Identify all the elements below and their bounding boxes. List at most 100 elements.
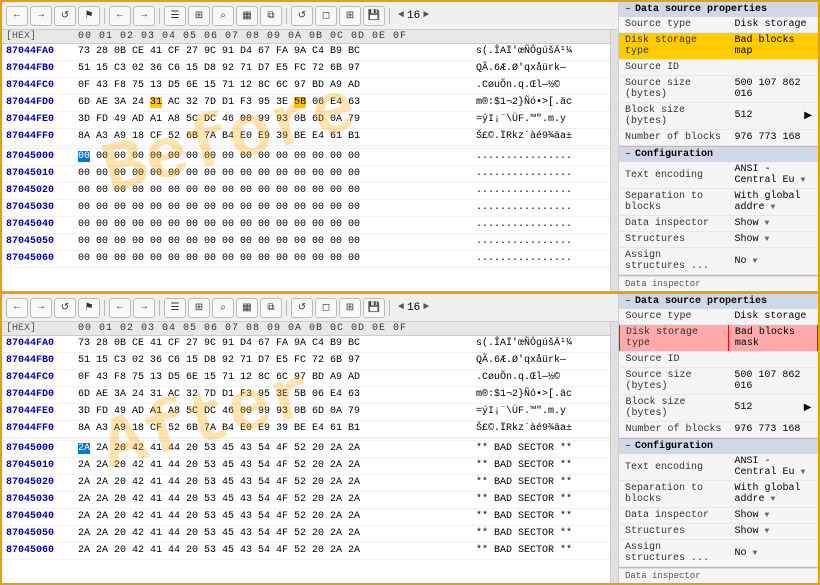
list-item: Disk storage type Bad blocks map [619,33,818,60]
table-button-bottom[interactable]: ▦ [236,298,258,318]
data-source-props-top: Data source properties Source type Disk … [619,2,818,147]
list-item[interactable]: Structures Show ▼ [619,232,818,248]
page-indicator-top: ◄ 16 ► [398,10,429,22]
hex-view-bottom[interactable]: [HEX] 00 01 02 03 04 05 06 07 08 09 0A 0… [2,322,610,583]
sep3-top [286,8,287,24]
search-button-bottom[interactable]: ⌕ [212,298,234,318]
refresh-button-top[interactable]: ↺ [54,6,76,26]
table-row[interactable]: 87044FB0 51 15 C3 02 36 C6 15 D8 92 71 D… [2,61,610,78]
bookmark-button-bottom[interactable]: ⚑ [78,298,100,318]
table-row[interactable]: 87044FE0 3D FD 49 AD A1 A8 5C DC 46 00 9… [2,404,610,421]
toolbar-bottom: ← → ↺ ⚑ ← → ☰ ⊞ ⌕ ▦ ⧉ ↺ ◻ ⊞ 💾 ◄ [2,294,618,322]
page-num-top: 16 [407,10,420,22]
list-item[interactable]: Text encoding ANSI - Central Eu ▼ [619,162,818,189]
page-next-bottom[interactable]: ► [423,302,429,313]
sep2-top [159,8,160,24]
forward-button-bottom[interactable]: → [30,298,52,318]
back-button-top[interactable]: ← [6,6,28,26]
table-row[interactable]: 87044FA0 73 28 0B CE 41 CF 27 9C 91 D4 6… [2,44,610,61]
table-row[interactable]: 87045020 2A 2A 20 42 41 44 20 53 45 43 5… [2,475,610,492]
table-row[interactable]: 87044FF0 8A A3 A9 18 CF 52 6B 7A B4 E0 E… [2,129,610,146]
table-row[interactable]: 87045060 00 00 00 00 00 00 00 00 00 00 0… [2,251,610,268]
list-item[interactable]: Text encoding ANSI - Central Eu ▼ [619,454,818,481]
next-button-top[interactable]: → [133,6,155,26]
table-row[interactable]: 87045040 00 00 00 00 00 00 00 00 00 00 0… [2,217,610,234]
sep1-top [104,8,105,24]
config-header-top: Configuration [619,147,818,162]
refresh2-button-top[interactable]: ↺ [291,6,313,26]
scrollbar-top[interactable] [610,30,618,291]
data-source-header-bottom: Data source properties [619,294,818,309]
table-row[interactable]: 87045030 2A 2A 20 42 41 44 20 53 45 43 5… [2,492,610,509]
sep4-bottom [389,300,390,316]
list-item[interactable]: Structures Show ▼ [619,524,818,540]
prev-button-bottom[interactable]: ← [109,298,131,318]
prev-button-top[interactable]: ← [109,6,131,26]
list-item: Number of blocks 976 773 168 [620,422,818,438]
copy-button-top[interactable]: ⧉ [260,6,282,26]
table-row[interactable]: 87045060 2A 2A 20 42 41 44 20 53 45 43 5… [2,543,610,560]
table-row[interactable]: 87044FC0 0F 43 F8 75 13 D5 6E 15 71 12 8… [2,78,610,95]
table-row[interactable]: 87045010 00 00 00 00 00 00 00 00 00 00 0… [2,166,610,183]
refresh-button-bottom[interactable]: ↺ [54,298,76,318]
list-item[interactable]: Assign structures ... No ▼ [619,540,818,567]
grid2-button-bottom[interactable]: ⊞ [339,298,361,318]
table-row[interactable]: 87045050 2A 2A 20 42 41 44 20 53 45 43 5… [2,526,610,543]
page-prev-top[interactable]: ◄ [398,10,404,21]
hex-view-wrapper-bottom: [HEX] 00 01 02 03 04 05 06 07 08 09 0A 0… [2,322,618,583]
list-item[interactable]: Data inspector Show ▼ [619,508,818,524]
table-row[interactable]: 87045050 00 00 00 00 00 00 00 00 00 00 0… [2,234,610,251]
back-button-bottom[interactable]: ← [6,298,28,318]
list-item: Source ID [620,352,818,368]
scrollbar-bottom[interactable] [610,322,618,583]
table-row[interactable]: 87044FE0 3D FD 49 AD A1 A8 5C DC 46 00 9… [2,112,610,129]
hex-addr-header-top: [HEX] [6,31,78,42]
table-row[interactable]: 87045000 00 00 00 00 00 00 00 00 00 00 0… [2,149,610,166]
table-button-top[interactable]: ▦ [236,6,258,26]
search-button-top[interactable]: ⌕ [212,6,234,26]
sep3-bottom [286,300,287,316]
next-button-bottom[interactable]: → [133,298,155,318]
data-source-props-bottom: Data source properties Source type Disk … [619,294,818,439]
table-row[interactable]: 87045030 00 00 00 00 00 00 00 00 00 00 0… [2,200,610,217]
grid2-button-top[interactable]: ⊞ [339,6,361,26]
list-item[interactable]: Assign structures ... No ▼ [619,248,818,275]
list-button-top[interactable]: ☰ [164,6,186,26]
forward-button-top[interactable]: → [30,6,52,26]
list-button-bottom[interactable]: ☰ [164,298,186,318]
data-inspector-label-bottom: Data inspector [619,568,818,583]
square-button-bottom[interactable]: ◻ [315,298,337,318]
list-item[interactable]: Separation to blocks With global addre ▼ [619,481,818,508]
grid-button-top[interactable]: ⊞ [188,6,210,26]
table-row[interactable]: 87044FD0 6D AE 3A 24 31 AC 32 7D D1 F3 9… [2,95,610,112]
hex-bytes-header-bottom: 00 01 02 03 04 05 06 07 08 09 0A 0B 0C 0… [78,323,606,334]
save-button-bottom[interactable]: 💾 [363,298,385,318]
table-row[interactable]: 87044FD0 6D AE 3A 24 31 AC 32 7D D1 F3 9… [2,387,610,404]
bookmark-button-top[interactable]: ⚑ [78,6,100,26]
table-row[interactable]: 87045020 00 00 00 00 00 00 00 00 00 00 0… [2,183,610,200]
table-row[interactable]: 87044FA0 73 28 0B CE 41 CF 27 9C 91 D4 6… [2,336,610,353]
table-row[interactable]: 87045040 2A 2A 20 42 41 44 20 53 45 43 5… [2,509,610,526]
toolbar-top: ← → ↺ ⚑ ← → ☰ ⊞ ⌕ ▦ ⧉ ↺ ◻ ⊞ 💾 ◄ [2,2,618,30]
refresh2-button-bottom[interactable]: ↺ [291,298,313,318]
page-prev-bottom[interactable]: ◄ [398,302,404,313]
table-row[interactable]: 87044FB0 51 15 C3 02 36 C6 15 D8 92 71 D… [2,353,610,370]
page-num-bottom: 16 [407,302,420,314]
list-item: Disk storage type Bad blocks mask [620,325,818,352]
right-section-bottom: Data source properties Source type Disk … [618,294,818,583]
table-row[interactable]: 87045010 2A 2A 20 42 41 44 20 53 45 43 5… [2,458,610,475]
panel-bottom: ← → ↺ ⚑ ← → ☰ ⊞ ⌕ ▦ ⧉ ↺ ◻ ⊞ 💾 ◄ [0,292,820,585]
table-row[interactable]: 87044FC0 0F 43 F8 75 13 D5 6E 15 71 12 8… [2,370,610,387]
config-table-bottom: Text encoding ANSI - Central Eu ▼ Separa… [619,454,818,567]
sep1-bottom [104,300,105,316]
hex-view-top[interactable]: [HEX] 00 01 02 03 04 05 06 07 08 09 0A 0… [2,30,610,291]
square-button-top[interactable]: ◻ [315,6,337,26]
grid-button-bottom[interactable]: ⊞ [188,298,210,318]
table-row[interactable]: 87045000 2A 2A 20 42 41 44 20 53 45 43 5… [2,441,610,458]
page-next-top[interactable]: ► [423,10,429,21]
list-item[interactable]: Separation to blocks With global addre ▼ [619,189,818,216]
save-button-top[interactable]: 💾 [363,6,385,26]
copy-button-bottom[interactable]: ⧉ [260,298,282,318]
list-item[interactable]: Data inspector Show ▼ [619,216,818,232]
table-row[interactable]: 87044FF0 8A A3 A9 18 CF 52 6B 7A B4 E0 E… [2,421,610,438]
